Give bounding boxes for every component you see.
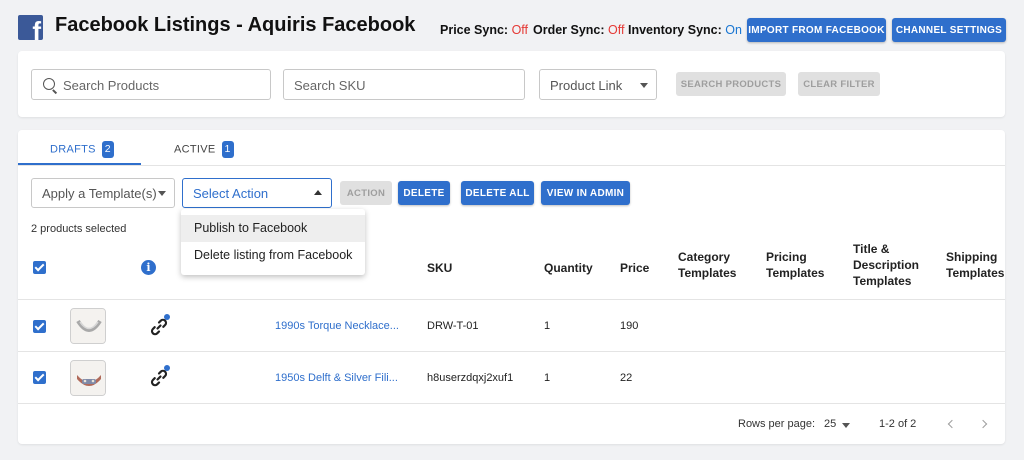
product-quantity: 1 (544, 372, 551, 384)
column-header-title-description-templates[interactable]: Title & Description Templates (853, 241, 933, 289)
column-header-pricing-templates[interactable]: Pricing Templates (766, 249, 836, 281)
filter-panel: Search Products Search SKU Product Link … (18, 51, 1005, 117)
pagination-range: 1-2 of 2 (879, 418, 917, 430)
action-menu: Publish to Facebook Delete listing from … (181, 209, 365, 275)
rows-per-page-label: Rows per page: (738, 418, 816, 430)
column-header-price[interactable]: Price (620, 260, 649, 276)
page-title: Facebook Listings - Aquiris Facebook (55, 14, 416, 36)
search-products-button[interactable]: SEARCH PRODUCTS (676, 72, 786, 96)
row-checkbox[interactable] (33, 371, 46, 384)
product-sku: h8userzdqxj2xuf1 (427, 372, 514, 384)
chevron-down-icon (158, 191, 166, 196)
select-action-dropdown[interactable]: Select Action (182, 178, 332, 208)
channel-settings-button[interactable]: CHANNEL SETTINGS (892, 18, 1006, 42)
product-thumbnail[interactable] (70, 360, 106, 396)
product-link-select[interactable]: Product Link (539, 69, 657, 100)
import-from-facebook-button[interactable]: IMPORT FROM FACEBOOK (747, 18, 886, 42)
clear-filter-button[interactable]: CLEAR FILTER (798, 72, 880, 96)
tab-active[interactable]: ACTIVE 1 (174, 141, 234, 158)
delete-button[interactable]: DELETE (398, 181, 450, 205)
header-divider (18, 299, 1005, 300)
price-sync-status: Price Sync: Off (440, 23, 529, 37)
action-button[interactable]: ACTION (340, 181, 392, 205)
delete-all-button[interactable]: DELETE ALL (461, 181, 534, 205)
view-in-admin-button[interactable]: VIEW IN ADMIN (541, 181, 630, 205)
search-sku-input[interactable]: Search SKU (283, 69, 525, 100)
select-all-checkbox[interactable] (33, 261, 46, 274)
row-divider (18, 351, 1005, 352)
product-quantity: 1 (544, 320, 551, 332)
row-divider (18, 403, 1005, 404)
link-icon[interactable] (149, 368, 169, 388)
row-checkbox[interactable] (33, 320, 46, 333)
product-title-link[interactable]: 1950s Delft & Silver Fili... (275, 372, 398, 384)
search-icon (43, 78, 55, 90)
inventory-sync-status: Inventory Sync: On (628, 23, 742, 37)
product-thumbnail[interactable] (70, 308, 106, 344)
product-sku: DRW-T-01 (427, 320, 479, 332)
menu-item-publish[interactable]: Publish to Facebook (181, 215, 365, 242)
tab-drafts[interactable]: DRAFTS 2 (50, 141, 114, 158)
column-header-category-templates[interactable]: Category Templates (678, 249, 753, 281)
chevron-down-icon (842, 423, 850, 428)
link-status-dot (164, 314, 170, 320)
info-icon[interactable]: i (141, 260, 156, 275)
drafts-count-badge: 2 (101, 141, 114, 158)
listings-panel: DRAFTS 2 ACTIVE 1 Apply a Template(s) Sele… (18, 130, 1005, 444)
product-title-link[interactable]: 1990s Torque Necklace... (275, 320, 399, 332)
next-page-icon[interactable] (978, 419, 988, 429)
active-count-badge: 1 (221, 141, 234, 158)
facebook-logo-icon: f (18, 15, 43, 40)
column-header-sku[interactable]: SKU (427, 260, 452, 276)
link-icon[interactable] (149, 317, 169, 337)
product-price: 190 (620, 320, 639, 332)
chevron-down-icon (640, 83, 648, 88)
menu-item-delete-listing[interactable]: Delete listing from Facebook (181, 242, 365, 269)
chevron-up-icon (314, 190, 322, 195)
product-price: 22 (620, 372, 633, 384)
link-status-dot (164, 365, 170, 371)
search-products-input[interactable]: Search Products (31, 69, 271, 100)
order-sync-status: Order Sync: Off (533, 23, 625, 37)
column-header-shipping-templates[interactable]: Shipping Templates (946, 249, 1006, 281)
page-header: f Facebook Listings - Aquiris Facebook P… (0, 0, 1024, 50)
tab-divider (18, 165, 1005, 166)
previous-page-icon[interactable] (947, 419, 957, 429)
selection-count: 2 products selected (31, 223, 127, 235)
apply-template-select[interactable]: Apply a Template(s) (31, 178, 175, 208)
column-header-quantity[interactable]: Quantity (544, 260, 593, 276)
